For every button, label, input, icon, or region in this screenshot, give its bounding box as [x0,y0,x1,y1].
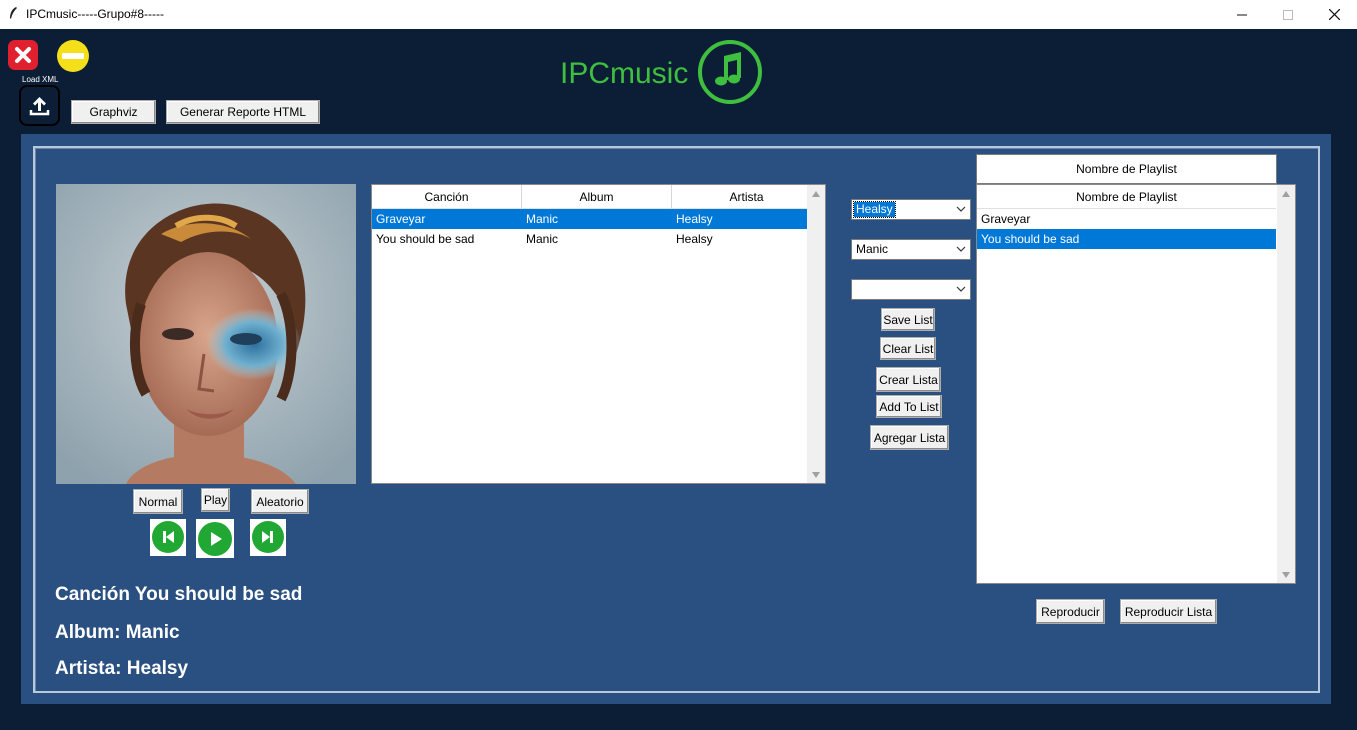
artista-select-value: Healsy [853,201,896,218]
generar-reporte-button[interactable]: Generar Reporte HTML [166,100,320,124]
window-title: IPCmusic-----Grupo#8----- [26,7,164,21]
clear-list-button[interactable]: Clear List [880,337,936,360]
graphviz-button[interactable]: Graphviz [71,100,156,124]
reproducir-button[interactable]: Reproducir [1036,599,1105,624]
column-header-album[interactable]: Album [522,185,672,209]
artista-select[interactable]: Healsy [851,199,971,220]
songs-table[interactable]: Canción Album Artista Graveyar Manic Hea… [371,184,826,484]
cell-artista: Healsy [676,232,713,246]
close-icon [15,47,31,63]
close-window-icon[interactable] [1311,0,1357,29]
now-playing-song: Canción You should be sad [55,584,303,605]
playlist-item-label: Graveyar [981,212,1031,226]
play-icon [211,532,222,546]
cell-cancion: Graveyar [376,212,426,226]
column-header-artista[interactable]: Artista [672,185,822,209]
aleatorio-mode-button[interactable]: Aleatorio [251,489,309,514]
play-text-button[interactable]: Play [201,488,230,512]
chevron-down-icon [956,246,966,252]
playlist-name-input[interactable]: Nombre de Playlist [976,154,1277,184]
album-cover-image [56,184,356,484]
reproducir-lista-button[interactable]: Reproducir Lista [1120,599,1217,624]
skip-next-icon [262,531,273,543]
app-window: Load XML Graphviz Generar Reporte HTML I… [0,29,1357,730]
agregar-lista-button[interactable]: Agregar Lista [870,425,949,450]
third-select-value [854,282,858,297]
cell-cancion: You should be sad [376,232,475,246]
playlist-listbox[interactable]: Nombre de Playlist Graveyar You should b… [976,184,1296,584]
table-row[interactable]: Graveyar Manic Healsy [372,209,807,229]
logo-text: IPCmusic [560,57,689,90]
cell-artista: Healsy [676,212,713,226]
playlist-item[interactable]: Graveyar [977,209,1276,229]
playlist-item[interactable]: You should be sad [977,229,1276,249]
skip-previous-icon [163,531,174,543]
play-button[interactable] [196,519,234,558]
minimize-icon[interactable] [1219,0,1265,29]
chevron-down-icon [956,206,966,212]
add-to-list-button[interactable]: Add To List [876,395,942,418]
music-note-icon [698,40,762,104]
songs-scrollbar[interactable] [807,185,825,483]
third-select[interactable] [851,279,971,300]
exit-button[interactable] [8,40,38,70]
now-playing-artist: Artista: Healsy [55,658,189,679]
load-xml-label: Load XML [22,75,59,84]
cell-album: Manic [526,212,559,226]
save-list-button[interactable]: Save List [881,308,935,331]
cell-album: Manic [526,232,559,246]
album-select[interactable]: Manic [851,239,971,260]
crear-lista-button[interactable]: Crear Lista [876,367,941,392]
album-select-value: Manic [856,242,889,256]
window-titlebar: IPCmusic-----Grupo#8----- [0,0,1357,29]
minimize-app-button[interactable] [57,40,89,72]
maximize-icon[interactable] [1265,0,1311,29]
feather-icon [10,7,17,19]
chevron-down-icon [956,286,966,292]
playlist-scrollbar[interactable] [1277,185,1295,583]
previous-button[interactable] [150,519,186,556]
playlist-item-label: You should be sad [981,232,1080,246]
load-xml-button[interactable] [19,85,60,126]
table-row[interactable]: You should be sad Manic Healsy [372,229,807,249]
next-button[interactable] [250,519,286,556]
playlist-header[interactable]: Nombre de Playlist [977,185,1276,209]
upload-icon [29,97,50,116]
normal-mode-button[interactable]: Normal [133,489,183,514]
column-header-cancion[interactable]: Canción [372,185,522,209]
now-playing-album: Album: Manic [55,622,180,643]
